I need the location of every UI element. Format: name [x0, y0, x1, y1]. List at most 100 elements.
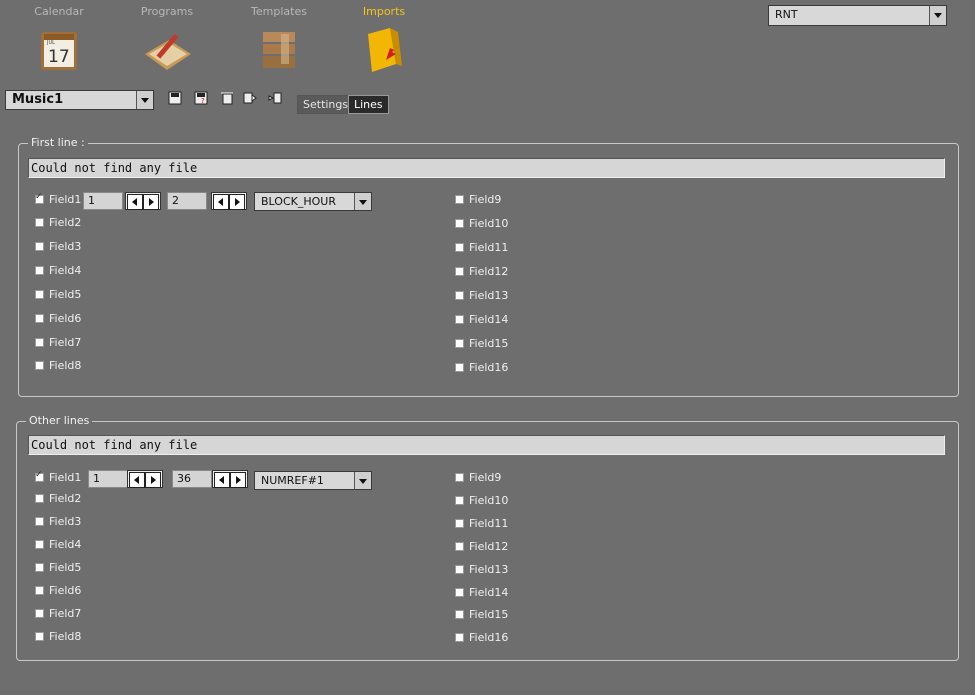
field1-type-value: NUMREF#1 — [261, 474, 324, 487]
left-arrow-icon[interactable] — [127, 194, 143, 210]
field6-checkbox[interactable] — [35, 586, 44, 595]
first-line-file-preview[interactable]: Could not find any file — [28, 158, 945, 178]
field12-checkbox[interactable] — [455, 267, 464, 276]
field14-label: Field14 — [469, 585, 509, 599]
station-select-value: RNT — [775, 8, 798, 21]
field2-checkbox[interactable] — [35, 494, 44, 503]
field1-start-stepper[interactable] — [125, 192, 161, 210]
right-arrow-icon[interactable] — [145, 472, 161, 488]
delete-icon[interactable] — [219, 91, 235, 107]
field-row-12: Field12 — [455, 540, 515, 554]
other-lines-title: Other lines — [26, 414, 93, 427]
field-row-2: Field2 — [35, 492, 95, 506]
field5-label: Field5 — [49, 561, 82, 574]
field15-checkbox[interactable] — [455, 610, 464, 620]
field8-label: Field8 — [49, 630, 82, 643]
field-row-10: Field10 — [455, 494, 515, 508]
field13-checkbox[interactable] — [455, 291, 464, 300]
field16-checkbox[interactable] — [455, 363, 464, 372]
field8-checkbox[interactable] — [35, 361, 44, 371]
right-arrow-icon[interactable] — [230, 472, 246, 488]
other-lines-file-preview[interactable]: Could not find any file — [28, 435, 945, 455]
field16-label: Field16 — [469, 361, 509, 374]
field7-checkbox[interactable] — [35, 609, 44, 618]
field-row-6: Field6 — [35, 584, 95, 598]
field11-checkbox[interactable] — [455, 518, 464, 528]
chevron-down-icon — [354, 472, 371, 489]
nav-imports[interactable]: Imports — [339, 0, 429, 74]
field16-checkbox[interactable] — [455, 633, 464, 643]
chevron-down-icon — [929, 6, 946, 25]
field5-checkbox[interactable] — [35, 289, 44, 299]
field1-start-input[interactable]: 1 — [88, 470, 128, 488]
save-as-icon[interactable]: ? — [193, 91, 209, 107]
field13-checkbox[interactable] — [455, 564, 464, 574]
calendar-icon: JUL 17 — [41, 32, 77, 70]
nav-label-templates: Templates — [251, 5, 307, 18]
chevron-down-icon — [136, 91, 153, 109]
field1-length-input[interactable]: 36 — [172, 470, 212, 488]
field15-label: Field15 — [469, 608, 509, 622]
field10-label: Field10 — [469, 493, 509, 507]
field14-checkbox[interactable] — [455, 315, 464, 324]
field-row-8: Field8 — [35, 359, 95, 373]
field1-length-input[interactable]: 2 — [167, 192, 207, 210]
first-line-group: First line : Could not find any file Fie… — [18, 136, 959, 397]
field1-length-stepper[interactable] — [212, 470, 248, 488]
field5-checkbox[interactable] — [35, 563, 44, 572]
save-icon[interactable] — [167, 91, 183, 107]
station-select[interactable]: RNT — [768, 5, 947, 26]
tab-settings[interactable]: Settings — [297, 95, 355, 114]
tab-lines[interactable]: Lines — [348, 95, 389, 114]
nav-templates[interactable]: Templates — [234, 0, 324, 74]
field9-checkbox[interactable] — [455, 195, 464, 204]
import-icon[interactable] — [267, 91, 283, 107]
field1-checkbox[interactable] — [35, 470, 44, 482]
field-row-16: Field16 — [455, 631, 515, 645]
svg-text:?: ? — [201, 97, 205, 105]
export-icon[interactable] — [242, 91, 258, 107]
field15-label: Field15 — [469, 337, 509, 350]
field3-checkbox[interactable] — [35, 517, 44, 526]
field1-start-stepper[interactable] — [127, 470, 163, 488]
field1-start-input[interactable]: 1 — [83, 192, 123, 210]
profile-select[interactable]: Music1 — [5, 90, 154, 110]
field14-label: Field14 — [469, 313, 509, 326]
field12-checkbox[interactable] — [455, 541, 464, 551]
field10-checkbox[interactable] — [455, 495, 464, 505]
field3-checkbox[interactable] — [35, 241, 44, 251]
field14-checkbox[interactable] — [455, 587, 464, 597]
field4-label: Field4 — [49, 538, 82, 551]
left-arrow-icon[interactable] — [214, 472, 230, 488]
left-arrow-icon[interactable] — [213, 194, 229, 210]
field-row-14: Field14 — [455, 586, 515, 600]
field4-label: Field4 — [49, 263, 82, 277]
field1-type-select[interactable]: NUMREF#1 — [254, 471, 372, 490]
field8-checkbox[interactable] — [35, 632, 44, 641]
field-row-14: Field14 — [455, 313, 515, 327]
field4-checkbox[interactable] — [35, 265, 44, 275]
field-row-3: Field3 — [35, 515, 95, 529]
right-arrow-icon[interactable] — [229, 194, 245, 210]
nav-programs[interactable]: Programs — [122, 0, 212, 74]
field11-checkbox[interactable] — [455, 243, 464, 252]
field9-checkbox[interactable] — [455, 473, 464, 482]
field1-type-select[interactable]: BLOCK_HOUR — [254, 192, 372, 211]
right-arrow-icon[interactable] — [143, 194, 159, 210]
field2-checkbox[interactable] — [35, 218, 44, 227]
field10-checkbox[interactable] — [455, 219, 464, 228]
field1-label: Field1 — [49, 193, 82, 206]
calendar-day: 17 — [48, 47, 70, 67]
field15-checkbox[interactable] — [455, 339, 464, 348]
field1-length-stepper[interactable] — [211, 192, 247, 210]
left-arrow-icon[interactable] — [129, 472, 145, 488]
field1-checkbox[interactable] — [35, 192, 44, 204]
field7-checkbox[interactable] — [35, 337, 44, 347]
nav-calendar[interactable]: Calendar JUL 17 — [14, 0, 104, 74]
field6-checkbox[interactable] — [35, 313, 44, 323]
field-row-11: Field11 — [455, 241, 515, 255]
field7-label: Field7 — [49, 335, 82, 349]
field12-label: Field12 — [469, 265, 509, 278]
field4-checkbox[interactable] — [35, 540, 44, 549]
field-row-15: Field15 — [455, 608, 515, 622]
